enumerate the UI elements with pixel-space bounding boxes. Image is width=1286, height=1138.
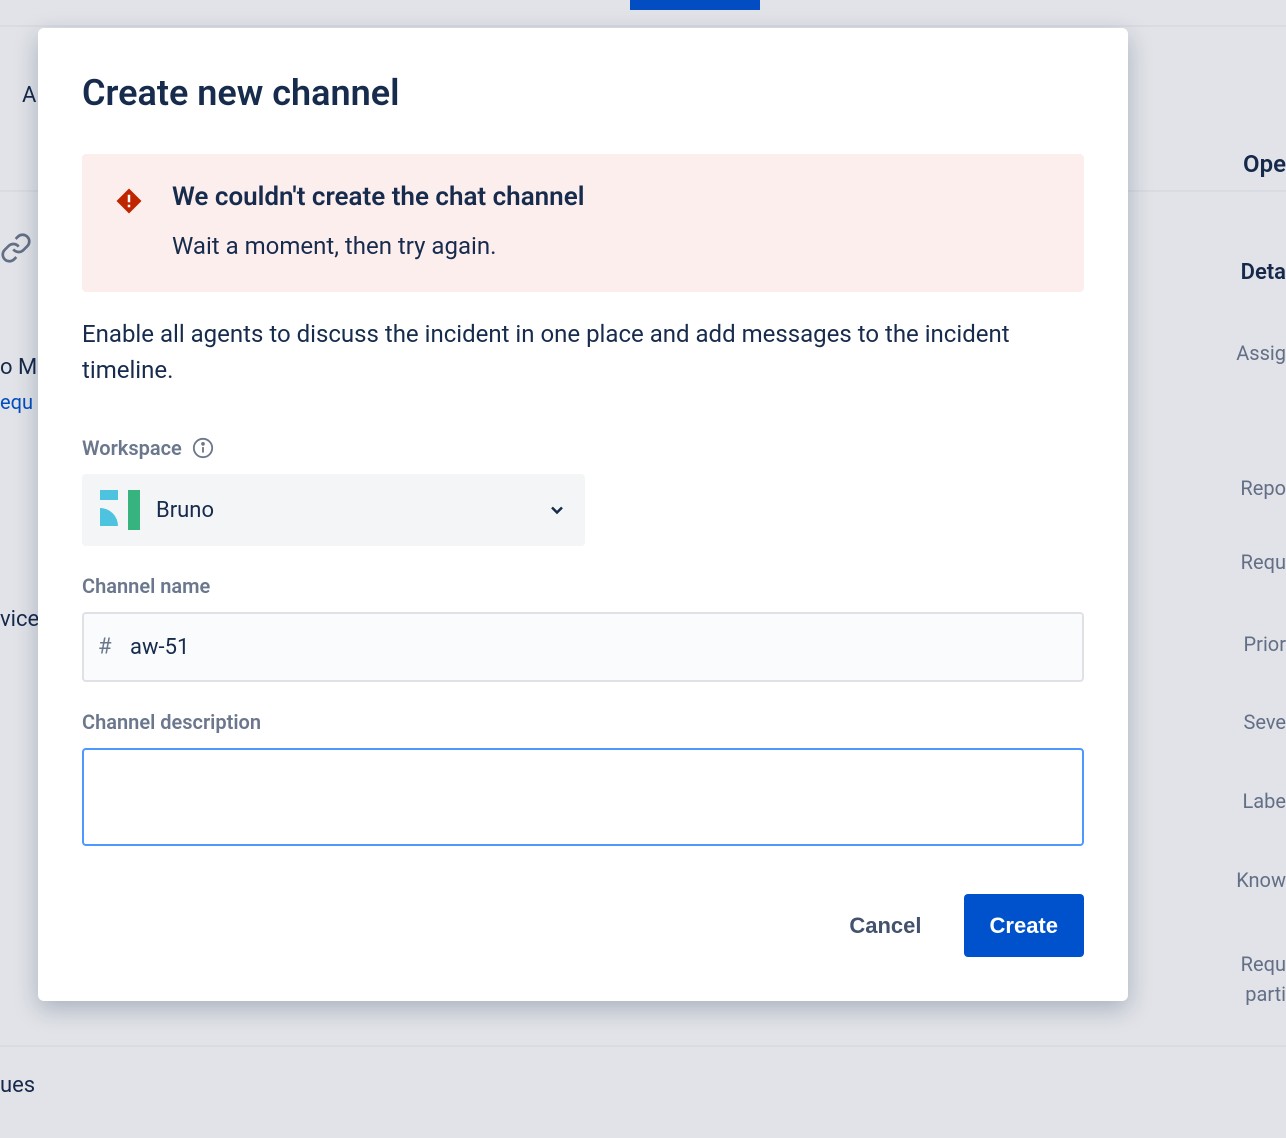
- workspace-label: Workspace: [82, 436, 1084, 460]
- create-channel-modal: Create new channel We couldn't create th…: [38, 28, 1128, 1001]
- error-icon: [114, 186, 144, 216]
- workspace-label-text: Workspace: [82, 436, 182, 460]
- modal-title: Create new channel: [82, 72, 1084, 114]
- info-icon[interactable]: [192, 437, 214, 459]
- create-button[interactable]: Create: [964, 894, 1084, 957]
- workspace-selected-name: Bruno: [156, 498, 214, 523]
- workspace-field: Workspace Bruno: [82, 436, 1084, 546]
- chevron-down-icon: [547, 500, 567, 520]
- hash-prefix: #: [98, 635, 112, 660]
- cancel-button[interactable]: Cancel: [823, 894, 947, 957]
- workspace-select[interactable]: Bruno: [82, 474, 585, 546]
- channel-description-input[interactable]: [82, 748, 1084, 846]
- modal-footer: Cancel Create: [82, 894, 1084, 957]
- error-message: Wait a moment, then try again.: [172, 232, 584, 260]
- channel-name-input[interactable]: [82, 612, 1084, 682]
- channel-name-label: Channel name: [82, 574, 1084, 598]
- workspace-logo-icon: [100, 490, 140, 530]
- modal-description: Enable all agents to discuss the inciden…: [82, 316, 1084, 388]
- channel-description-label: Channel description: [82, 710, 1084, 734]
- error-panel: We couldn't create the chat channel Wait…: [82, 154, 1084, 292]
- error-title: We couldn't create the chat channel: [172, 182, 584, 212]
- channel-description-field: Channel description: [82, 710, 1084, 850]
- channel-name-field: Channel name #: [82, 574, 1084, 682]
